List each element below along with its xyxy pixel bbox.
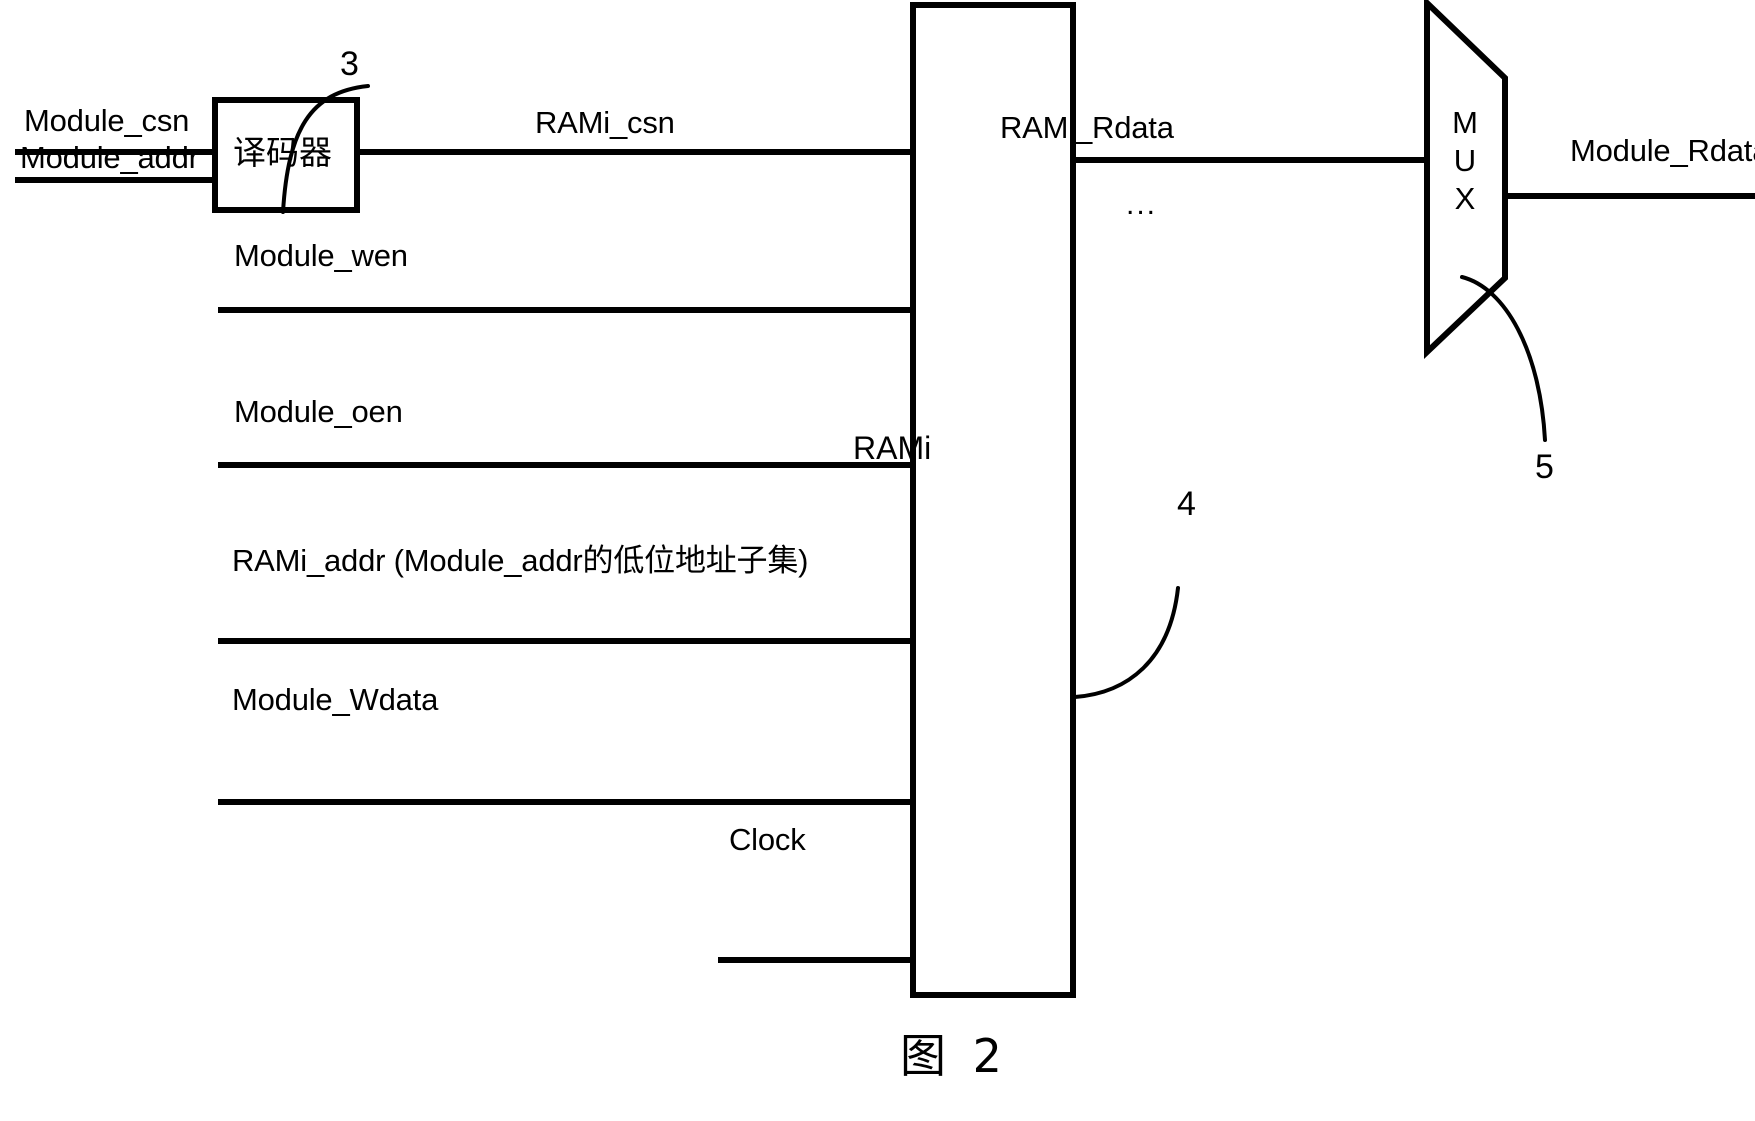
mux-block-label: M U X <box>1446 104 1484 217</box>
rami-block-outline <box>910 2 1076 998</box>
label-rami-rdata: RAMi_Rdata <box>1000 110 1174 145</box>
decoder-ref-number: 3 <box>340 45 359 83</box>
figure-caption: 图 2 <box>900 1029 1008 1083</box>
label-module-wdata: Module_Wdata <box>232 682 439 717</box>
label-module-rdata: Module_Rdata <box>1570 133 1755 168</box>
mux-ref-number: 5 <box>1535 448 1554 486</box>
mux-label-line-m: M <box>1452 105 1478 140</box>
rami-ref-number: 4 <box>1177 485 1196 523</box>
rami-ref-leader-line <box>1073 586 1180 699</box>
label-clock: Clock <box>729 822 806 857</box>
label-rdata-continuation: ... <box>1126 188 1158 221</box>
label-module-oen: Module_oen <box>234 394 403 429</box>
label-module-wen: Module_wen <box>234 238 408 273</box>
figure-canvas: Module_csn Module_addr 译码器 3 RAMi_csn Mo… <box>0 0 1755 1121</box>
label-module-csn: Module_csn <box>24 103 190 138</box>
mux-label-line-x: X <box>1454 180 1476 216</box>
mux-label-line-u: U <box>1453 142 1477 178</box>
mux-ref-leader-line <box>1460 275 1547 442</box>
label-module-addr: Module_addr <box>20 140 199 175</box>
rami-block-label: RAMi <box>853 430 932 466</box>
label-rami-csn: RAMi_csn <box>535 105 675 140</box>
decoder-block-label: 译码器 <box>233 133 332 172</box>
label-rami-addr: RAMi_addr (Module_addr的低位地址子集) <box>232 543 809 578</box>
